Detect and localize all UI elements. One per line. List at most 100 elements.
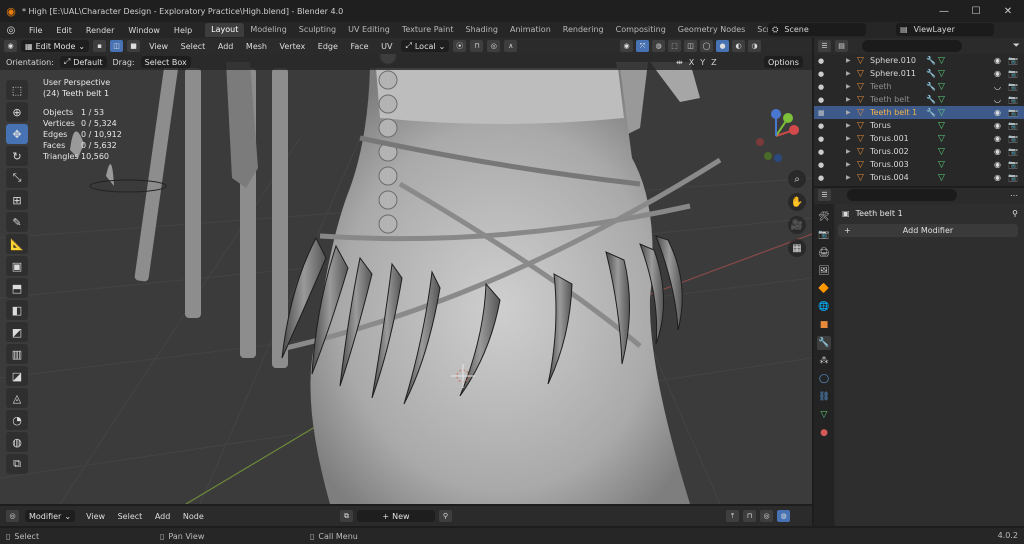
- outliner-row[interactable]: ● ▶ ▽ Torus.004 ▽ ◉ 📷: [814, 171, 1024, 184]
- menu-vertex[interactable]: Vertex: [275, 42, 311, 51]
- menu-select[interactable]: Select: [176, 42, 211, 51]
- axis-y[interactable]: Y: [700, 58, 705, 67]
- object-tab-icon[interactable]: ■: [817, 318, 831, 332]
- xray-icon[interactable]: ◫: [684, 40, 697, 52]
- annotate-tool-icon[interactable]: ✎: [6, 212, 28, 232]
- scene-tab-icon[interactable]: 🔶: [817, 282, 831, 296]
- menu-mesh[interactable]: Mesh: [241, 42, 272, 51]
- material-tab-icon[interactable]: ●: [817, 426, 831, 440]
- outliner-row[interactable]: ● ▶ ▽ Torus ▽ ◉ 📷: [814, 119, 1024, 132]
- node-editor-icon[interactable]: ◎: [6, 510, 19, 522]
- expand-arrow-icon[interactable]: ▶: [846, 135, 851, 142]
- expand-arrow-icon[interactable]: ▶: [846, 122, 851, 129]
- eye-closed-icon[interactable]: ◡: [994, 95, 1001, 104]
- outliner-row[interactable]: ● ▶ ▽ Teeth belt 🔧 ▽ ◡ 📷: [814, 93, 1024, 106]
- render-camera-icon[interactable]: 📷: [1008, 108, 1018, 117]
- render-camera-icon[interactable]: 📷: [1008, 95, 1018, 104]
- view-layer-selector[interactable]: ▤ ViewLayer: [896, 23, 994, 36]
- bottom-menu-add[interactable]: Add: [150, 512, 176, 521]
- mode-selector[interactable]: ▦ Edit Mode ⌄: [21, 40, 90, 52]
- add-modifier-button[interactable]: + Add Modifier: [838, 224, 1018, 237]
- eye-icon[interactable]: ◉: [994, 121, 1001, 130]
- outliner-row[interactable]: ● ▶ ▽ Torus.003 ▽ ◉ 📷: [814, 158, 1024, 171]
- render-camera-icon[interactable]: 📷: [1008, 69, 1018, 78]
- blender-menu-icon[interactable]: ◎: [0, 25, 22, 36]
- tab-compositing[interactable]: Compositing: [610, 23, 672, 37]
- output-tab-icon[interactable]: 🖨: [817, 246, 831, 260]
- bottom-menu-select[interactable]: Select: [113, 512, 148, 521]
- display-mode-icon[interactable]: ▤: [835, 40, 848, 52]
- expand-arrow-icon[interactable]: ▶: [846, 96, 851, 103]
- tab-shading[interactable]: Shading: [459, 23, 504, 37]
- snap-icon[interactable]: ⊓: [470, 40, 484, 52]
- expand-arrow-icon[interactable]: ▶: [846, 161, 851, 168]
- minimize-button[interactable]: —: [928, 0, 960, 22]
- eye-icon[interactable]: ◉: [994, 108, 1001, 117]
- filter-icon[interactable]: ⏷: [1013, 41, 1020, 51]
- node-tree-icon[interactable]: ⧉: [340, 510, 353, 522]
- solid-shading-icon[interactable]: ●: [716, 40, 729, 52]
- add-cube-tool-icon[interactable]: ▣: [6, 256, 28, 276]
- outliner-search-input[interactable]: [862, 40, 962, 52]
- outliner-row[interactable]: ● ▶ ▽ Torus.002 ▽ ◉ 📷: [814, 145, 1024, 158]
- visibility-icon[interactable]: ◉: [620, 40, 633, 52]
- options-dots-icon[interactable]: ⋯: [1010, 191, 1018, 200]
- outliner-row[interactable]: ● ▶ ▽ Sphere.011 🔧 ▽ ◉ 📷: [814, 67, 1024, 80]
- expand-arrow-icon[interactable]: ▶: [846, 83, 851, 90]
- tab-geometry-nodes[interactable]: Geometry Nodes: [672, 23, 751, 37]
- extrude-tool-icon[interactable]: ⬒: [6, 278, 28, 298]
- close-button[interactable]: ✕: [992, 0, 1024, 22]
- overlay-node-icon[interactable]: ◎: [760, 510, 773, 522]
- render-camera-icon[interactable]: 📷: [1008, 160, 1018, 169]
- scale-tool-icon[interactable]: ⤡: [6, 168, 28, 188]
- shrink-tool-icon[interactable]: ⧉: [6, 454, 28, 474]
- render-tab-icon[interactable]: 📷: [817, 228, 831, 242]
- select-box-tool-icon[interactable]: ⬚: [6, 80, 28, 100]
- menu-help[interactable]: Help: [167, 26, 199, 35]
- options-dropdown[interactable]: Options: [764, 56, 803, 68]
- properties-editor-icon[interactable]: ☰: [818, 189, 831, 201]
- vertex-select-icon[interactable]: ▪: [93, 40, 107, 52]
- expand-arrow-icon[interactable]: ▶: [846, 70, 851, 77]
- mesh-overlay-icon[interactable]: ⬚: [668, 40, 681, 52]
- loop-cut-tool-icon[interactable]: ▥: [6, 344, 28, 364]
- face-select-icon[interactable]: ■: [127, 40, 141, 52]
- new-node-group-button[interactable]: + New: [357, 510, 435, 522]
- tool-tab-icon[interactable]: 🛠: [817, 210, 831, 224]
- grid-toggle-icon[interactable]: ▦: [788, 239, 806, 257]
- rotate-tool-icon[interactable]: ↻: [6, 146, 28, 166]
- outliner-row[interactable]: ● ▶ ▽ Torus.001 ▽ ◉ 📷: [814, 132, 1024, 145]
- move-tool-icon[interactable]: ✥: [6, 124, 28, 144]
- eye-icon[interactable]: ◉: [994, 147, 1001, 156]
- expand-arrow-icon[interactable]: ▶: [846, 109, 851, 116]
- pivot-icon[interactable]: ⦿: [453, 40, 467, 52]
- render-camera-icon[interactable]: 📷: [1008, 82, 1018, 91]
- expand-arrow-icon[interactable]: ▶: [846, 57, 851, 64]
- bottom-menu-node[interactable]: Node: [178, 512, 209, 521]
- measure-tool-icon[interactable]: 📐: [6, 234, 28, 254]
- axis-x[interactable]: X: [689, 58, 694, 67]
- render-camera-icon[interactable]: 📷: [1008, 121, 1018, 130]
- particles-tab-icon[interactable]: ⁂: [817, 354, 831, 368]
- menu-edge[interactable]: Edge: [313, 42, 343, 51]
- menu-edit[interactable]: Edit: [49, 26, 79, 35]
- navigation-gizmo[interactable]: [748, 108, 804, 164]
- proportional-edit-icon[interactable]: ◎: [487, 40, 501, 52]
- world-tab-icon[interactable]: 🌐: [817, 300, 831, 314]
- snap-node-icon[interactable]: ⊓: [743, 510, 756, 522]
- outliner-row-selected[interactable]: ▦ ▶ ▽ Teeth belt 1 🔧 ▽ ◉ 📷: [814, 106, 1024, 119]
- menu-add[interactable]: Add: [213, 42, 239, 51]
- zoom-icon[interactable]: ⌕: [788, 170, 806, 188]
- edge-select-icon[interactable]: ◫: [110, 40, 124, 52]
- outliner-row[interactable]: ● ▶ ▽ Teeth 🔧 ▽ ◡ 📷: [814, 80, 1024, 93]
- tab-uv-editing[interactable]: UV Editing: [342, 23, 396, 37]
- transform-orientation[interactable]: ⤢ Local ⌄: [401, 40, 450, 52]
- modifier-editor-dropdown[interactable]: Modifier ⌄: [25, 510, 76, 522]
- constraints-tab-icon[interactable]: ⛓: [817, 390, 831, 404]
- eye-icon[interactable]: ◉: [994, 160, 1001, 169]
- maximize-button[interactable]: ☐: [960, 0, 992, 22]
- scene-selector[interactable]: ⛭ Scene: [768, 23, 866, 36]
- pan-hand-icon[interactable]: ✋: [788, 193, 806, 211]
- eye-icon[interactable]: ◉: [994, 56, 1001, 65]
- gizmo-icon[interactable]: ⤧: [636, 40, 649, 52]
